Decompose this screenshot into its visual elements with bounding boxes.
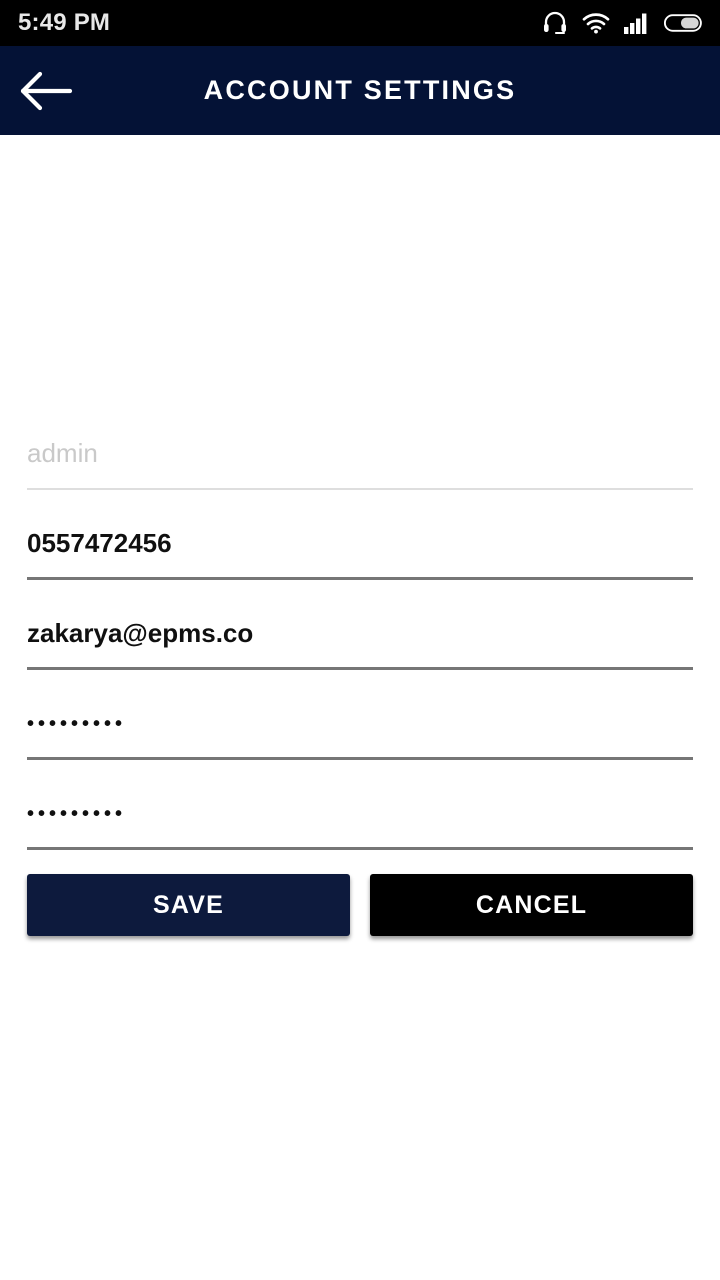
page-title: ACCOUNT SETTINGS [203, 75, 517, 105]
save-button[interactable]: SAVE [27, 874, 350, 936]
battery-icon [664, 12, 704, 34]
status-bar-clock: 5:49 PM [18, 9, 111, 36]
app-bar: ACCOUNT SETTINGS [0, 46, 720, 135]
cancel-button[interactable]: CANCEL [370, 874, 693, 936]
arrow-left-icon [18, 69, 74, 113]
email-input[interactable]: zakarya@epms.co [27, 620, 253, 646]
back-button[interactable] [0, 46, 92, 135]
cellular-signal-icon [624, 12, 650, 34]
phone-input[interactable]: 0557472456 [27, 530, 172, 556]
field-email[interactable]: zakarya@epms.co [27, 580, 693, 670]
field-confirm-password[interactable]: ••••••••• [27, 760, 693, 850]
field-phone[interactable]: 0557472456 [27, 490, 693, 580]
field-username[interactable]: admin [27, 400, 693, 490]
status-bar: 5:49 PM [0, 0, 720, 46]
field-password[interactable]: ••••••••• [27, 670, 693, 760]
headset-icon [542, 11, 568, 35]
status-bar-icons [542, 11, 704, 35]
confirm-password-input[interactable]: ••••••••• [27, 804, 126, 824]
username-input[interactable]: admin [27, 440, 98, 466]
form-actions: SAVE CANCEL [27, 874, 693, 936]
confirm-password-underline [27, 847, 693, 850]
settings-content: admin 0557472456 zakarya@epms.co •••••••… [0, 135, 720, 1280]
wifi-icon [582, 12, 610, 34]
password-input[interactable]: ••••••••• [27, 714, 126, 734]
account-settings-form: admin 0557472456 zakarya@epms.co •••••••… [0, 400, 720, 936]
